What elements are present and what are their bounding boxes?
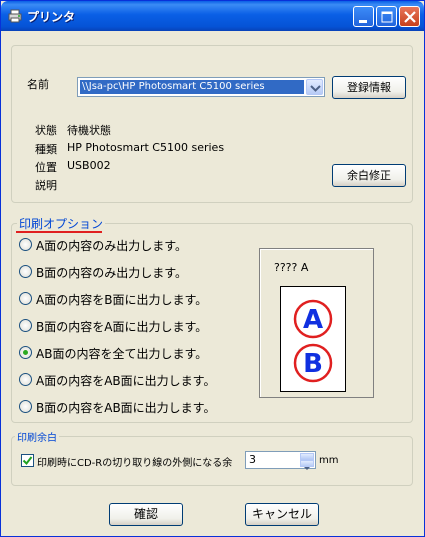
ok-button[interactable]: 確認: [109, 503, 183, 526]
option-label: A面の内容のみ出力します。: [36, 239, 188, 253]
status-label: 状態: [35, 124, 57, 137]
checkmark-icon: [22, 456, 33, 466]
radio-button[interactable]: [19, 265, 32, 278]
option-label: B面の内容をAB面に出力します。: [36, 401, 216, 415]
printer-app-icon: [8, 9, 22, 23]
printer-select[interactable]: \\Jsa-pc\HP Photosmart C5100 series: [77, 77, 325, 97]
type-value: HP Photosmart C5100 series: [67, 141, 225, 154]
preview-letter-a: A: [303, 305, 323, 335]
cd-cutline-checkbox[interactable]: [21, 454, 34, 467]
spinner-buttons: [300, 453, 314, 470]
preview-disc-graphic: A B: [293, 299, 333, 383]
radio-button[interactable]: [19, 319, 32, 332]
margin-value[interactable]: 3: [249, 453, 256, 466]
option-label: A面の内容をAB面に出力します。: [36, 374, 216, 388]
print-options-legend: 印刷オプション: [17, 215, 106, 232]
cancel-button[interactable]: キャンセル: [245, 503, 319, 526]
cd-cutline-label: 印刷時にCD-Rの切り取り線の外側になる余: [37, 458, 233, 469]
title-bar[interactable]: プリンタ: [1, 1, 424, 31]
option-label: B面の内容をA面に出力します。: [36, 320, 208, 334]
spin-down-button[interactable]: [300, 460, 314, 470]
radio-button-selected[interactable]: [19, 346, 32, 359]
radio-button[interactable]: [19, 292, 32, 305]
location-value: USB002: [67, 159, 111, 172]
radio-button[interactable]: [19, 373, 32, 386]
minimize-button[interactable]: [353, 6, 374, 27]
print-preview-panel: ???? A A B: [259, 248, 374, 398]
unit-label: mm: [319, 455, 339, 466]
close-button[interactable]: [399, 6, 420, 27]
margin-fix-button[interactable]: 余白修正: [332, 164, 406, 187]
type-label: 種類: [35, 143, 57, 156]
status-value: 待機状態: [67, 124, 111, 137]
radio-button[interactable]: [19, 238, 32, 251]
preview-paper: A B: [280, 286, 346, 392]
print-margin-legend: 印刷余白: [15, 429, 59, 444]
preview-caption: ???? A: [274, 261, 309, 274]
legend-underline: [16, 231, 102, 233]
option-label: AB面の内容を全て出力します。: [36, 347, 208, 361]
comment-label: 説明: [35, 179, 57, 192]
minimize-icon: [359, 20, 367, 23]
option-label: A面の内容をB面に出力します。: [36, 293, 208, 307]
maximize-button[interactable]: [376, 6, 397, 27]
preview-letter-b: B: [303, 349, 323, 379]
printer-select-value: \\Jsa-pc\HP Photosmart C5100 series: [80, 80, 304, 94]
window-title: プリンタ: [27, 10, 76, 24]
name-label: 名前: [27, 78, 49, 91]
dropdown-button[interactable]: [306, 79, 323, 95]
location-label: 位置: [35, 161, 57, 174]
register-info-button[interactable]: 登録情報: [332, 76, 406, 99]
arrow-down-icon: [304, 467, 310, 470]
spin-up-button[interactable]: [300, 453, 314, 463]
radio-button[interactable]: [19, 400, 32, 413]
printer-dialog: プリンタ 名前 \\Jsa-pc\HP Photosmart C5100 ser…: [0, 0, 425, 537]
margin-spinner[interactable]: 3: [245, 451, 316, 470]
option-label: B面の内容のみ出力します。: [36, 266, 188, 280]
close-icon: [404, 11, 416, 23]
maximize-icon: [381, 11, 393, 23]
dialog-body: 名前 \\Jsa-pc\HP Photosmart C5100 series 登…: [5, 31, 420, 534]
chevron-down-icon: [310, 85, 321, 92]
